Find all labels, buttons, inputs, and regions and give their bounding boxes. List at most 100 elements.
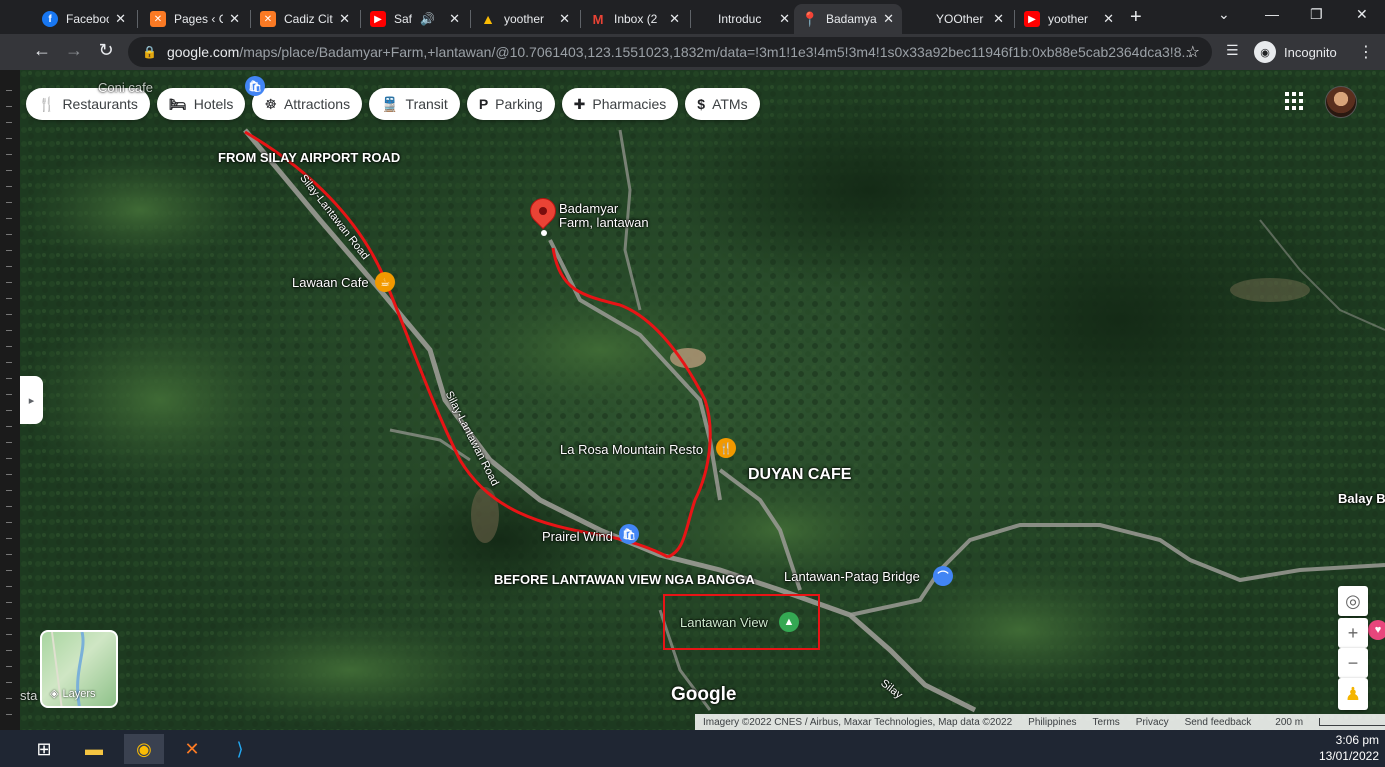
place-label-lantawan-patag-bridge[interactable]: Lantawan-Patag Bridge — [784, 569, 920, 584]
windows-start-icon[interactable]: ⊞ — [24, 734, 64, 764]
fork-knife-icon: 🍴 — [38, 95, 56, 112]
place-label-prairel-wind[interactable]: Prairel Wind — [542, 529, 613, 544]
chip-label: Restaurants — [62, 96, 138, 112]
system-clock[interactable]: 3:06 pm 13/01/2022 — [1319, 732, 1379, 764]
tab-cadiz[interactable]: ✕ Cadiz Cit ✕ — [252, 4, 358, 34]
close-window-button[interactable]: ✕ — [1356, 6, 1368, 23]
speaker-icon[interactable]: 🔊 — [420, 12, 435, 26]
edge-tick — [6, 474, 12, 475]
tab-badamyar[interactable]: 📍 Badamya ✕ — [794, 4, 902, 34]
my-location-button[interactable]: ◎ — [1338, 586, 1368, 616]
reload-button[interactable]: ↻ — [94, 40, 118, 61]
tab-list-icon[interactable]: ⌄ — [1218, 6, 1230, 23]
menu-kebab-icon[interactable]: ⋮ — [1358, 42, 1374, 62]
back-button[interactable]: ← — [30, 40, 54, 61]
close-icon[interactable]: ✕ — [779, 11, 790, 27]
bed-icon: 🛏 — [168, 95, 187, 112]
chip-label: ATMs — [712, 96, 748, 112]
place-label-badamyar[interactable]: Badamyar Farm, lantawan — [559, 202, 649, 230]
chip-hotels[interactable]: 🛏 Hotels — [156, 88, 246, 120]
tab-pages[interactable]: ✕ Pages ‹ C ✕ — [142, 4, 248, 34]
minimize-button[interactable]: — — [1265, 6, 1279, 22]
tab-safe[interactable]: ▶ Safe 🔊 ✕ — [362, 4, 468, 34]
tab-inbox[interactable]: M Inbox (2 ✕ — [582, 4, 688, 34]
google-maps-icon: 📍 — [801, 10, 819, 27]
edge-tick — [6, 426, 12, 427]
tab-yoother-blank[interactable]: YOOther ✕ — [906, 4, 1012, 34]
incognito-indicator[interactable]: ◉ Incognito — [1254, 39, 1337, 65]
tab-introduc[interactable]: Introduc ✕ — [692, 4, 798, 34]
close-icon[interactable]: ✕ — [883, 11, 894, 27]
lock-icon[interactable]: 🔒 — [142, 45, 157, 59]
chip-label: Pharmacies — [592, 96, 667, 112]
close-icon[interactable]: ✕ — [115, 11, 126, 27]
maximize-button[interactable]: ❐ — [1310, 6, 1323, 23]
viewpoint-icon[interactable]: ▲ — [779, 612, 799, 632]
close-icon[interactable]: ✕ — [669, 11, 680, 27]
tab-yoother-youtube[interactable]: ▶ yoother ✕ — [1016, 4, 1122, 34]
google-apps-icon[interactable] — [1285, 92, 1303, 110]
place-label-balay[interactable]: Balay B — [1338, 491, 1385, 506]
tab-title: Cadiz Cit — [284, 12, 333, 26]
layers-toggle[interactable]: ◈ Layers — [40, 630, 118, 708]
satellite-map[interactable]: 🍴 Restaurants 🛏 Hotels ☸ Attractions 🚆 Trans… — [20, 70, 1385, 730]
tab-drive[interactable]: ▲ yoother ✕ — [472, 4, 578, 34]
place-label-cut-top[interactable]: Coni cafe — [98, 80, 153, 95]
place-label-la-rosa[interactable]: La Rosa Mountain Resto — [560, 442, 703, 457]
chip-parking[interactable]: P Parking — [466, 88, 555, 120]
edge-tick — [6, 442, 12, 443]
chip-label: Hotels — [193, 96, 234, 112]
expand-side-panel-button[interactable]: ▸ — [20, 376, 43, 424]
close-icon[interactable]: ✕ — [559, 11, 570, 27]
send-feedback-link[interactable]: Send feedback — [1185, 717, 1252, 728]
vscode-icon[interactable]: ⟩ — [220, 734, 260, 764]
tab-title: Pages ‹ C — [174, 12, 224, 26]
chip-pharmacies[interactable]: ✚ Pharmacies — [561, 88, 679, 120]
shopping-bag-icon[interactable]: 🛍 — [245, 76, 265, 96]
chip-atms[interactable]: $ ATMs — [685, 88, 760, 120]
new-tab-button[interactable]: + — [1130, 6, 1142, 29]
chrome-icon[interactable]: ◉ — [124, 734, 164, 764]
cafe-icon[interactable]: ☕ — [375, 272, 395, 292]
shopping-bag-icon[interactable]: 🛍 — [619, 524, 639, 544]
address-bar[interactable]: 🔒 google.com /maps/place/Badamyar+Farm,+… — [128, 37, 1212, 67]
close-icon[interactable]: ✕ — [229, 11, 240, 27]
bridge-icon[interactable]: ⌒ — [933, 566, 953, 586]
close-icon[interactable]: ✕ — [1103, 11, 1114, 27]
zoom-in-button[interactable]: + — [1338, 618, 1368, 648]
edge-tick — [6, 202, 12, 203]
xampp-icon[interactable]: ✕ — [172, 734, 212, 764]
poi-pink-icon[interactable]: ♥ — [1368, 620, 1385, 640]
chip-transit[interactable]: 🚆 Transit — [369, 88, 460, 120]
place-label-cut-bottom[interactable]: sta — [20, 688, 37, 703]
bookmark-star-icon[interactable]: ☆ — [1186, 42, 1200, 62]
place-label-line: Farm, lantawan — [559, 215, 649, 230]
avatar[interactable] — [1325, 86, 1357, 118]
place-label-lawaan-cafe[interactable]: Lawaan Cafe — [292, 275, 369, 290]
reading-list-icon[interactable]: ☰ — [1226, 42, 1239, 59]
privacy-link[interactable]: Privacy — [1136, 717, 1169, 728]
place-label-lantawan-view[interactable]: Lantawan View — [680, 615, 768, 630]
restaurant-icon[interactable]: 🍴 — [716, 438, 736, 458]
annotation-before-lantawan: BEFORE LANTAWAN VIEW NGA BANGGA — [494, 572, 755, 587]
edge-tick — [6, 410, 12, 411]
pegman-icon[interactable]: ♟ — [1338, 678, 1368, 710]
close-icon[interactable]: ✕ — [993, 11, 1004, 27]
region-link[interactable]: Philippines — [1028, 717, 1076, 728]
close-icon[interactable]: ✕ — [449, 11, 460, 27]
terms-link[interactable]: Terms — [1093, 717, 1120, 728]
zoom-out-button[interactable]: − — [1338, 648, 1368, 678]
edge-tick — [6, 602, 12, 603]
chip-attractions[interactable]: ☸ Attractions — [252, 88, 363, 120]
youtube-icon: ▶ — [1024, 11, 1040, 27]
place-label-line: Badamyar — [559, 201, 619, 216]
pin-base-dot — [541, 230, 547, 236]
forward-button[interactable]: → — [62, 40, 86, 61]
close-icon[interactable]: ✕ — [339, 11, 350, 27]
edge-tick — [6, 554, 12, 555]
layers-label: ◈ Layers — [50, 687, 96, 701]
tab-facebook[interactable]: f Faceboo ✕ — [34, 4, 134, 34]
scale-indicator[interactable]: 200 m — [1267, 717, 1385, 728]
xampp-icon: ✕ — [150, 11, 166, 27]
file-explorer-icon[interactable]: ▬ — [74, 734, 114, 764]
